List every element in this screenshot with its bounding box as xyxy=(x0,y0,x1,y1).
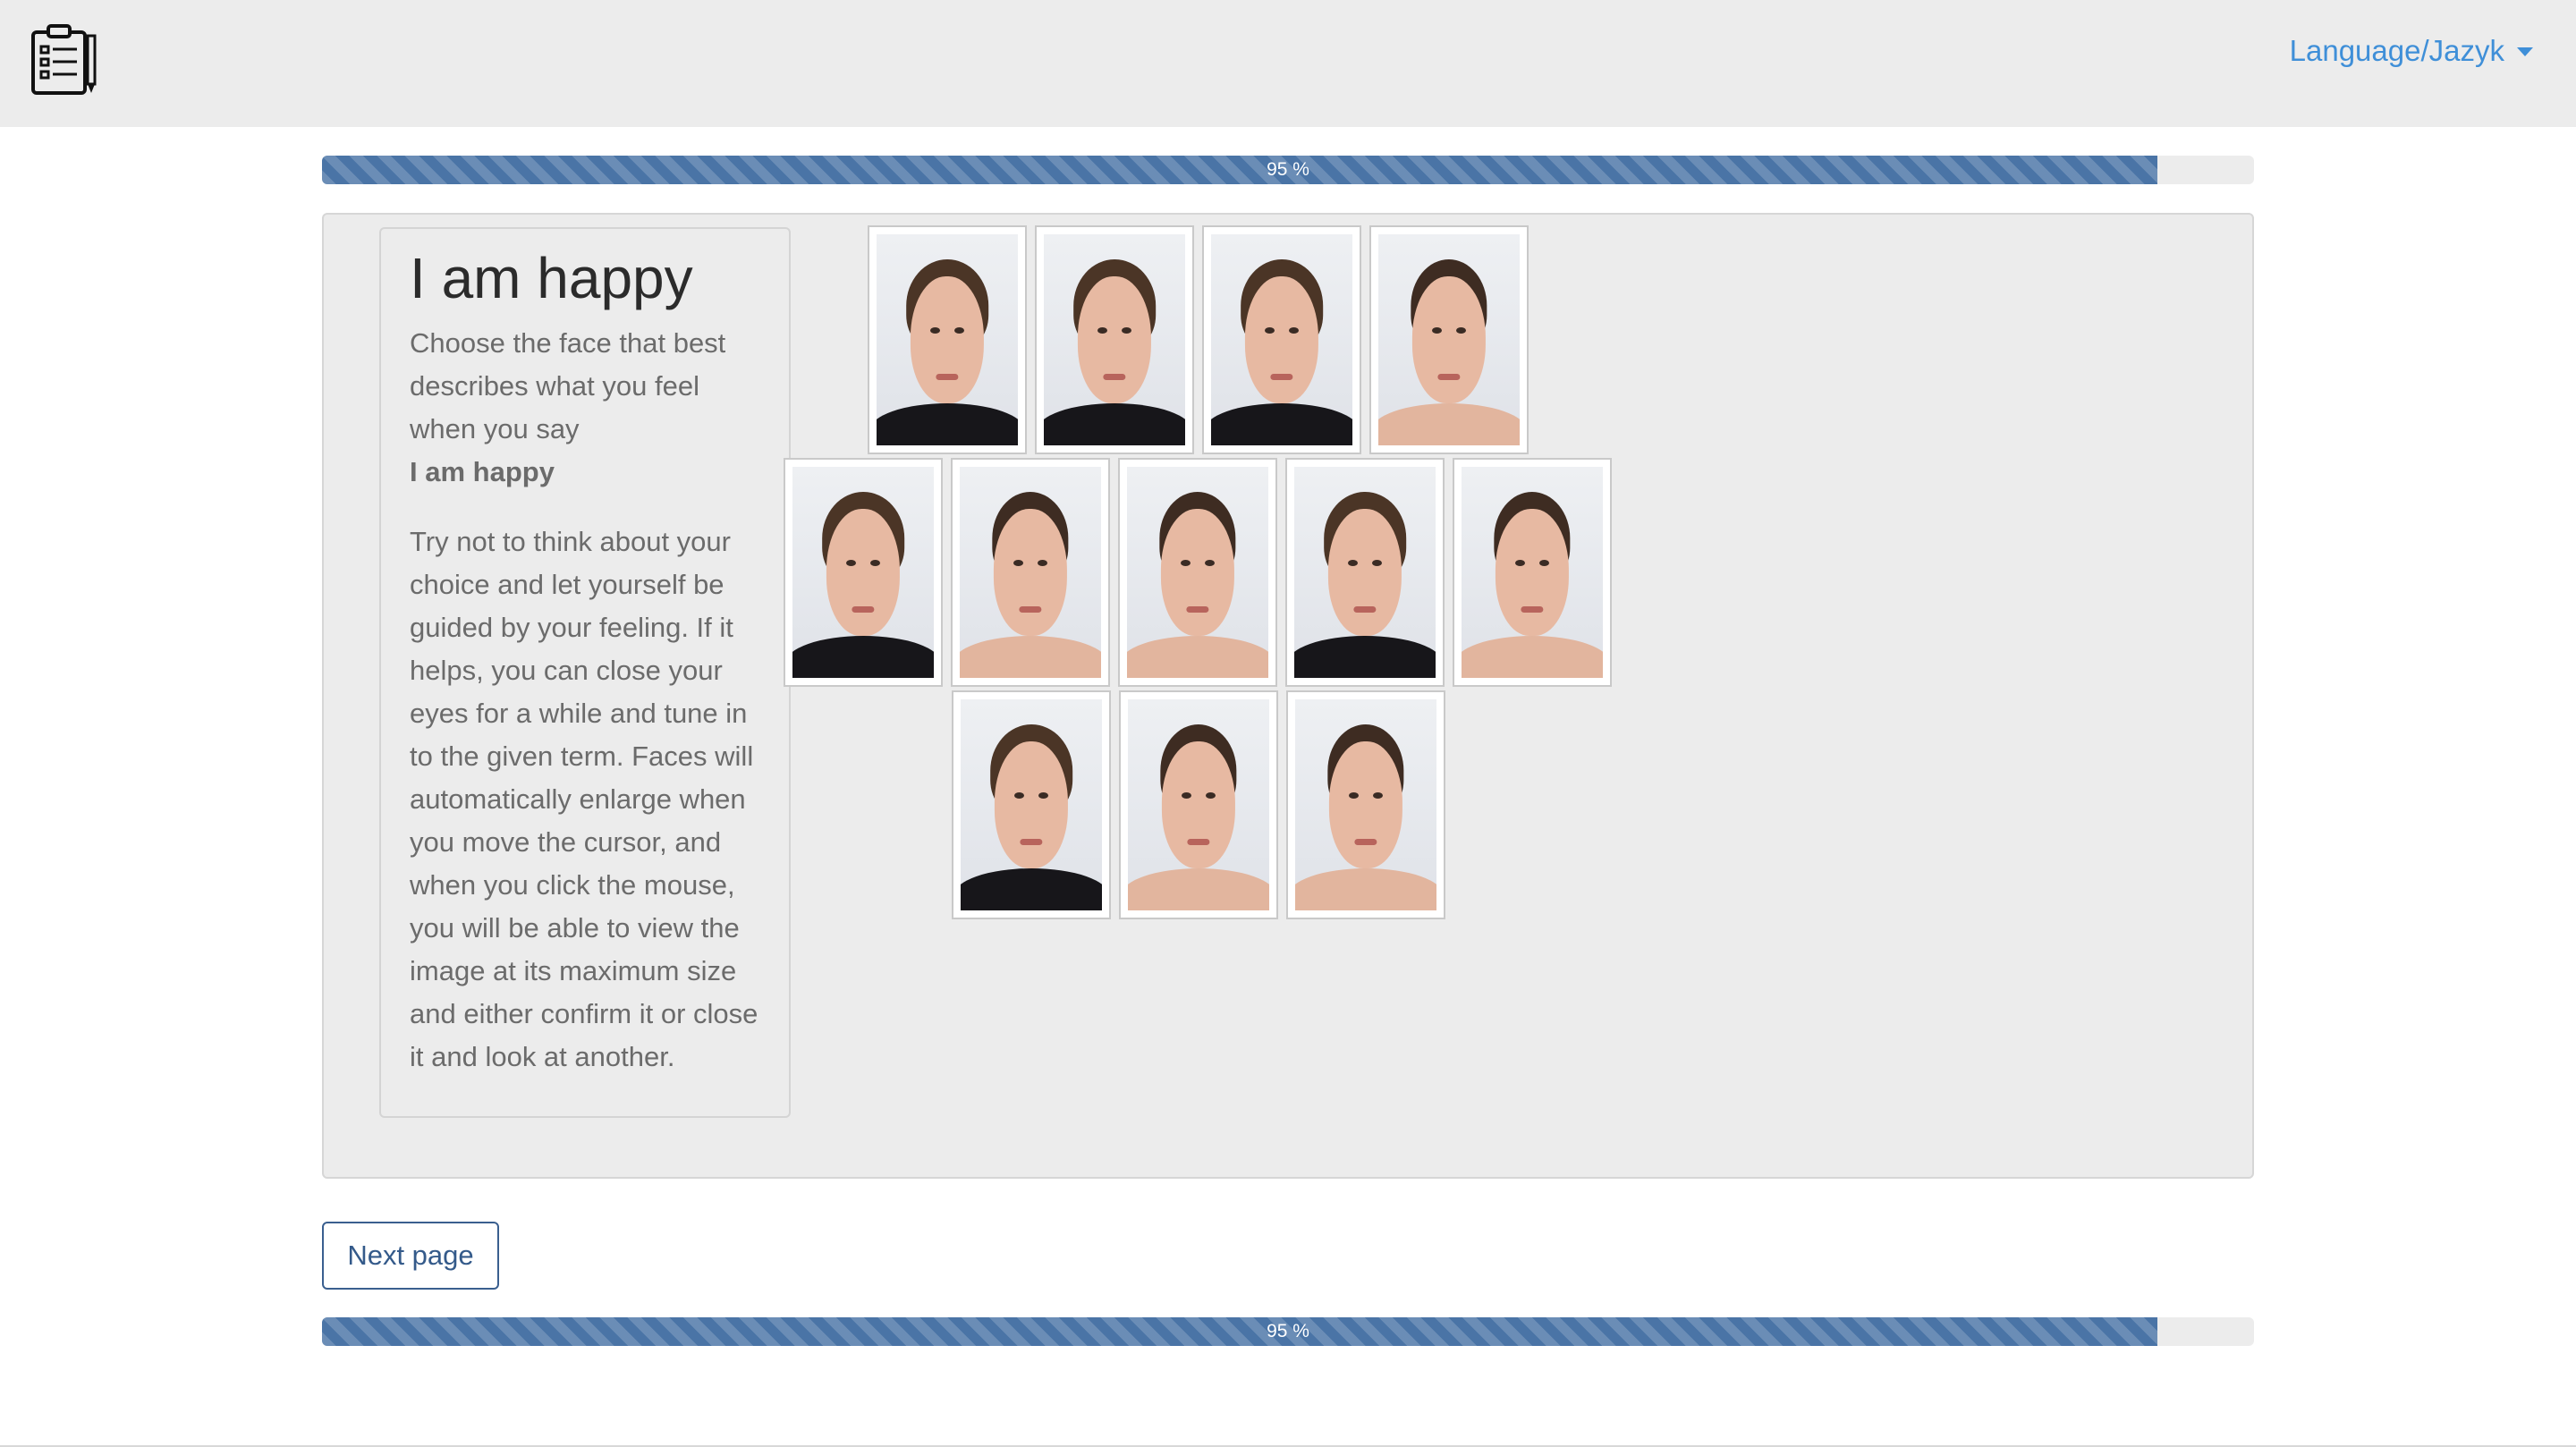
face-photo xyxy=(1127,467,1268,678)
face-photo xyxy=(1378,234,1520,445)
progress-label: 95 % xyxy=(1267,1321,1309,1341)
face-photo xyxy=(961,699,1102,910)
help-text: Try not to think about your choice and l… xyxy=(410,526,758,1073)
face-option-1[interactable] xyxy=(868,225,1027,454)
clipboard-checklist-icon[interactable] xyxy=(30,23,98,97)
face-option-10[interactable] xyxy=(952,690,1111,919)
top-navbar: Language/Jazyk xyxy=(0,0,2576,127)
question-title: I am happy xyxy=(410,246,693,310)
instruction-text: Choose the face that best describes what… xyxy=(410,322,760,494)
next-page-button[interactable]: Next page xyxy=(322,1222,499,1290)
progress-label: 95 % xyxy=(1267,159,1309,180)
term-text: I am happy xyxy=(410,456,555,488)
face-photo xyxy=(1294,467,1436,678)
face-photo xyxy=(1044,234,1185,445)
face-photo xyxy=(1295,699,1436,910)
face-photo xyxy=(792,467,934,678)
progress-bar-bottom: 95 % xyxy=(322,1317,2254,1346)
face-option-11[interactable] xyxy=(1119,690,1278,919)
face-option-4[interactable] xyxy=(1369,225,1529,454)
face-option-7[interactable] xyxy=(1118,458,1277,687)
face-option-12[interactable] xyxy=(1286,690,1445,919)
question-card: I am happy Choose the face that best des… xyxy=(322,213,2254,1179)
face-photo xyxy=(1128,699,1269,910)
instructions-panel: I am happy Choose the face that best des… xyxy=(379,227,791,1118)
face-photo xyxy=(960,467,1101,678)
face-option-5[interactable] xyxy=(784,458,943,687)
face-option-9[interactable] xyxy=(1453,458,1612,687)
language-dropdown[interactable]: Language/Jazyk xyxy=(2290,32,2533,70)
face-option-6[interactable] xyxy=(951,458,1110,687)
face-option-8[interactable] xyxy=(1285,458,1445,687)
face-photo xyxy=(1211,234,1352,445)
face-photo xyxy=(877,234,1018,445)
instruction-sentence: Choose the face that best describes what… xyxy=(410,327,726,445)
face-option-2[interactable] xyxy=(1035,225,1194,454)
face-option-3[interactable] xyxy=(1202,225,1361,454)
face-photo xyxy=(1462,467,1603,678)
progress-bar-top: 95 % xyxy=(322,156,2254,184)
language-label: Language/Jazyk xyxy=(2289,34,2504,67)
caret-down-icon xyxy=(2517,47,2533,56)
